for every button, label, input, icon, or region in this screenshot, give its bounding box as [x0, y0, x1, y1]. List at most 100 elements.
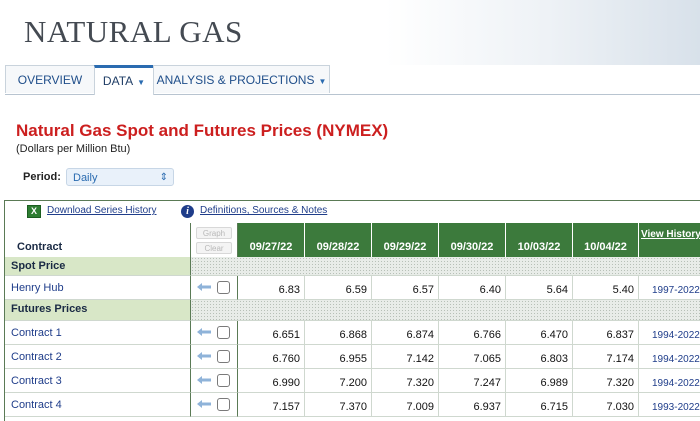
price-cell: 7.065: [439, 345, 506, 369]
graph-button[interactable]: Graph: [196, 227, 232, 239]
row-checkbox[interactable]: [217, 281, 230, 294]
price-value: 6.59: [345, 284, 367, 296]
tab-data-label: DATA: [102, 74, 134, 88]
period-label: Period:: [23, 171, 61, 183]
table-row: Contract 2 6.760 6.955 7.142 7.065 6.803…: [5, 345, 700, 369]
graph-select-cell: [191, 276, 238, 300]
price-cell: 6.990: [238, 369, 305, 393]
price-cell: 7.174: [573, 345, 639, 369]
price-value: 7.142: [406, 353, 434, 365]
price-value: 6.760: [272, 353, 300, 365]
section-row: Futures Prices: [5, 300, 700, 321]
price-value: 5.64: [546, 284, 568, 296]
price-cell: 7.320: [372, 369, 439, 393]
row-checkbox[interactable]: [217, 326, 230, 339]
graph-arrow-icon[interactable]: [197, 327, 211, 337]
price-cell: 6.803: [506, 345, 573, 369]
view-history-link[interactable]: 1997-2022: [639, 276, 700, 300]
price-cell: 6.715: [506, 393, 573, 417]
price-cell: 6.470: [506, 321, 573, 345]
period-select-value: Daily: [73, 172, 98, 184]
graph-select-cell: [191, 345, 238, 369]
row-checkbox[interactable]: [217, 350, 230, 363]
view-history-link[interactable]: 1994-2022: [639, 369, 700, 393]
table-row: Contract 4 7.157 7.370 7.009 6.937 6.715…: [5, 393, 700, 417]
price-cell: 6.874: [372, 321, 439, 345]
date-header: 09/30/22: [439, 223, 506, 257]
view-history-header[interactable]: View History: [639, 223, 700, 257]
history-range: 1994-2022: [652, 354, 700, 365]
price-cell: 6.760: [238, 345, 305, 369]
history-range: 1993-2022: [652, 402, 700, 413]
price-value: 6.837: [606, 329, 634, 341]
chevron-down-icon: ▼: [137, 78, 146, 87]
price-cell: 7.009: [372, 393, 439, 417]
graph-arrow-icon[interactable]: [197, 375, 211, 385]
definitions-sources-notes-link[interactable]: Definitions, Sources & Notes: [200, 205, 327, 216]
price-value: 7.009: [406, 401, 434, 413]
price-value: 6.803: [540, 353, 568, 365]
price-cell: 7.200: [305, 369, 372, 393]
section-fill: [191, 300, 700, 321]
graph-arrow-icon[interactable]: [197, 282, 211, 292]
date-header-label: 09/27/22: [249, 241, 293, 253]
contract-name: Henry Hub: [5, 276, 191, 300]
table-row: Contract 1 6.651 6.868 6.874 6.766 6.470…: [5, 321, 700, 345]
price-cell: 6.57: [372, 276, 439, 300]
section-title: Futures Prices: [5, 300, 191, 321]
graph-arrow-icon[interactable]: [197, 351, 211, 361]
prices-table: X Download Series History i Definitions,…: [4, 200, 700, 421]
tab-data[interactable]: DATA ▼: [94, 65, 154, 95]
date-header: 09/29/22: [372, 223, 439, 257]
view-history-link[interactable]: 1994-2022: [639, 321, 700, 345]
price-value: 7.174: [606, 353, 634, 365]
price-cell: 5.40: [573, 276, 639, 300]
price-cell: 6.40: [439, 276, 506, 300]
price-cell: 7.157: [238, 393, 305, 417]
price-value: 6.955: [339, 353, 367, 365]
price-cell: 7.030: [573, 393, 639, 417]
table-links-bar: X Download Series History i Definitions,…: [5, 201, 700, 224]
price-cell: 6.937: [439, 393, 506, 417]
period-select[interactable]: Daily ⇕: [66, 168, 174, 186]
date-header-label: 10/04/22: [584, 241, 627, 253]
view-history-link[interactable]: 1993-2022: [639, 393, 700, 417]
date-header-label: 09/29/22: [383, 241, 427, 253]
price-cell: 7.142: [372, 345, 439, 369]
site-title: NATURAL GAS: [24, 14, 243, 49]
price-value: 6.470: [540, 329, 568, 341]
price-value: 6.990: [272, 377, 300, 389]
price-cell: 6.766: [439, 321, 506, 345]
price-value: 6.651: [272, 329, 300, 341]
clear-button[interactable]: Clear: [196, 242, 232, 254]
price-value: 7.320: [606, 377, 634, 389]
price-value: 6.989: [540, 377, 568, 389]
graph-select-cell: [191, 321, 238, 345]
section-title: Spot Price: [5, 257, 191, 276]
excel-icon[interactable]: X: [27, 205, 41, 218]
tab-overview[interactable]: OVERVIEW: [5, 65, 95, 93]
download-series-history-link[interactable]: Download Series History: [47, 205, 157, 216]
row-checkbox[interactable]: [217, 374, 230, 387]
date-header: 09/28/22: [305, 223, 372, 257]
price-cell: 6.989: [506, 369, 573, 393]
section-fill: [191, 257, 700, 276]
price-value: 7.030: [606, 401, 634, 413]
info-icon[interactable]: i: [181, 205, 194, 218]
table-row: Contract 3 6.990 7.200 7.320 7.247 6.989…: [5, 369, 700, 393]
section-row: Spot Price: [5, 257, 700, 276]
price-value: 6.40: [479, 284, 501, 296]
price-cell: 6.868: [305, 321, 372, 345]
contract-column-header: Contract: [5, 223, 191, 257]
graph-clear-header: Graph Clear: [191, 223, 238, 257]
date-header-label: 09/30/22: [450, 241, 494, 253]
contract-name: Contract 2: [5, 345, 191, 369]
view-history-link[interactable]: 1994-2022: [639, 345, 700, 369]
tab-analysis-projections[interactable]: ANALYSIS & PROJECTIONS ▼: [153, 65, 330, 93]
graph-arrow-icon[interactable]: [197, 399, 211, 409]
history-range: 1994-2022: [652, 330, 700, 341]
price-cell: 7.247: [439, 369, 506, 393]
price-value: 6.874: [406, 329, 434, 341]
row-checkbox[interactable]: [217, 398, 230, 411]
contract-name: Contract 4: [5, 393, 191, 417]
